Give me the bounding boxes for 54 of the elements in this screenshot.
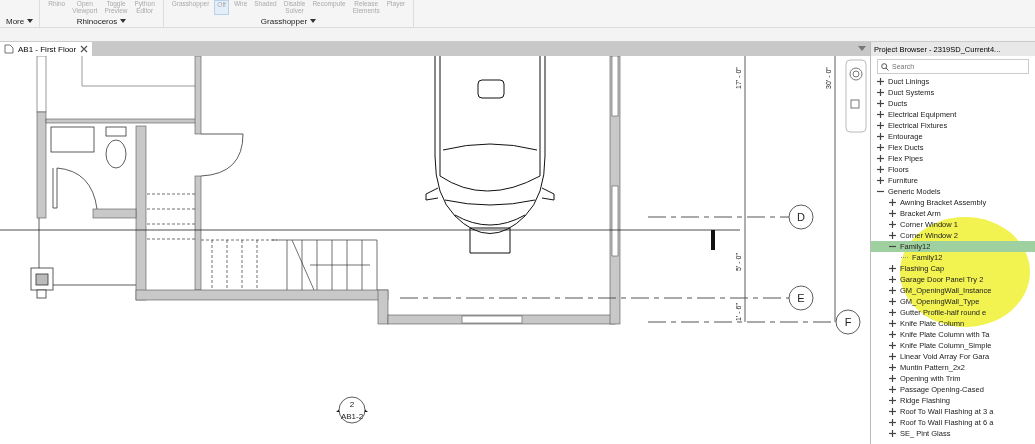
expander-icon[interactable] — [889, 397, 896, 404]
grid-label: E — [797, 292, 805, 304]
close-icon[interactable] — [80, 45, 89, 53]
expander-icon[interactable] — [877, 166, 884, 173]
panel-label[interactable]: Grasshopper — [169, 15, 408, 27]
sheet-number: AB1-2 — [340, 412, 364, 421]
expander-icon[interactable] — [877, 133, 884, 140]
grid-bubble — [835, 309, 861, 335]
expander-icon[interactable] — [889, 375, 896, 382]
expander-icon[interactable] — [889, 210, 896, 217]
expander-icon[interactable] — [877, 100, 884, 107]
document-icon — [4, 44, 14, 54]
panel-label[interactable]: Rhinoceros — [46, 15, 157, 27]
expander-icon[interactable] — [889, 276, 896, 283]
expander-icon[interactable] — [889, 331, 896, 338]
expander-icon[interactable] — [889, 408, 896, 415]
expander-icon[interactable] — [889, 265, 896, 272]
expander-icon[interactable] — [889, 287, 896, 294]
panel-label[interactable]: More — [6, 15, 34, 27]
caret-icon — [27, 19, 34, 23]
expander-icon[interactable] — [889, 309, 896, 316]
expander-icon[interactable] — [889, 298, 896, 305]
dropdown-icon[interactable] — [858, 46, 866, 52]
expander-icon[interactable] — [889, 419, 896, 426]
expander-icon[interactable] — [877, 122, 884, 129]
expander-icon[interactable] — [889, 221, 896, 228]
caret-icon — [310, 19, 317, 23]
expander-icon[interactable] — [889, 199, 896, 206]
expander-icon[interactable] — [877, 188, 884, 195]
expander-icon[interactable] — [889, 243, 896, 250]
expander-icon[interactable] — [877, 89, 884, 96]
door-swing-drawing — [200, 133, 244, 177]
caret-icon — [120, 19, 127, 23]
marker-bar — [711, 230, 715, 250]
grid-label: F — [844, 316, 852, 328]
expander-icon[interactable] — [877, 155, 884, 162]
expander-icon[interactable] — [877, 177, 884, 184]
expander-icon[interactable] — [889, 364, 896, 371]
grid-bubble — [788, 285, 814, 311]
expander-icon[interactable] — [877, 78, 884, 85]
search-icon — [881, 62, 889, 71]
expander-icon[interactable] — [889, 320, 896, 327]
expander-icon[interactable] — [877, 111, 884, 118]
section-number: 2 — [349, 400, 355, 409]
expander-icon[interactable] — [877, 144, 884, 151]
expander-icon[interactable] — [889, 342, 896, 349]
grid-label: D — [797, 211, 805, 223]
expander-icon[interactable] — [889, 386, 896, 393]
navigation-bar[interactable] — [845, 59, 867, 133]
expander-icon[interactable] — [889, 232, 896, 239]
expander-icon[interactable] — [889, 353, 896, 360]
grid-bubble — [788, 204, 814, 230]
expander-icon[interactable] — [889, 430, 896, 437]
section-bubble — [338, 396, 366, 424]
